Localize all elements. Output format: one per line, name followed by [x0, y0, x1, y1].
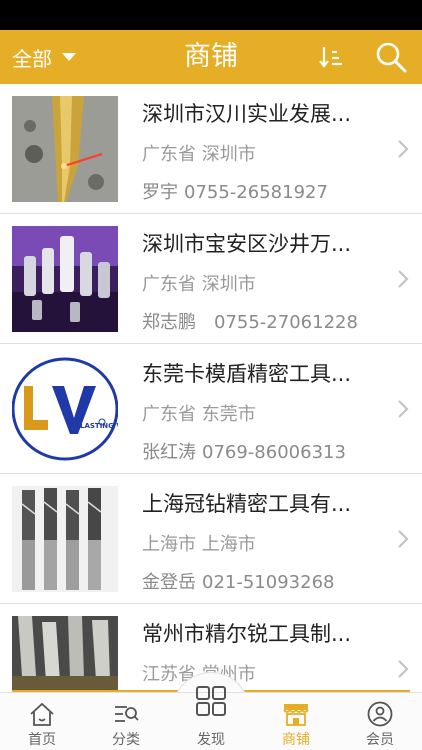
end-mills-image — [12, 486, 118, 592]
shop-contact: 郑志鹏 0755-27061228 — [142, 308, 358, 334]
shop-name: 深圳市汉川实业发展... — [142, 102, 352, 126]
tab-shops-label: 商铺 — [282, 732, 310, 748]
status-bar — [0, 0, 422, 30]
shop-row[interactable]: LASTING VICTORY 东莞卡模盾精密工具... 广东省 东莞市 张红涛… — [0, 344, 422, 474]
chevron-right-icon — [398, 140, 409, 158]
top-bar: 全部 商铺 — [0, 30, 422, 84]
contact-person: 金登岳 — [142, 572, 196, 593]
grid-icon — [196, 686, 226, 716]
shop-name: 上海冠钻精密工具有... — [142, 492, 352, 516]
logo-text: LASTING VICTORY — [80, 422, 118, 430]
shop-thumbnail — [12, 616, 118, 692]
tab-category-label: 分类 — [112, 732, 140, 748]
chevron-right-icon — [398, 660, 409, 678]
tab-shops[interactable]: 商铺 — [254, 693, 338, 750]
shop-name: 常州市精尔锐工具制... — [142, 622, 352, 646]
shop-thumbnail — [12, 226, 118, 332]
search-button[interactable] — [374, 40, 408, 74]
sort-button[interactable] — [318, 44, 344, 70]
shop-list: 深圳市汉川实业发展... 广东省 深圳市 罗宇 0755-26581927 深圳市… — [0, 84, 422, 692]
home-icon — [30, 702, 54, 726]
shop-row[interactable]: 深圳市宝安区沙井万... 广东省 深圳市 郑志鹏 0755-27061228 — [0, 214, 422, 344]
tab-discover[interactable]: 发现 — [169, 686, 253, 750]
shop-thumbnail: LASTING VICTORY — [12, 356, 118, 462]
user-icon — [367, 701, 393, 727]
shop-region: 广东省 东莞市 — [142, 404, 256, 425]
contact-phone: 021-51093268 — [202, 572, 335, 593]
contact-person: 郑志鹏 — [142, 312, 196, 333]
shop-region: 广东省 深圳市 — [142, 274, 256, 295]
cutting-tools-image — [12, 616, 118, 692]
shop-row[interactable]: 上海冠钻精密工具有... 上海市 上海市 金登岳 021-51093268 — [0, 474, 422, 604]
tool-holders-image — [12, 226, 118, 332]
contact-phone: 0755-27061228 — [214, 312, 358, 333]
search-icon — [376, 42, 407, 73]
contact-person: 张红涛 — [142, 442, 196, 463]
page-title: 商铺 — [184, 41, 238, 72]
shop-name: 东莞卡模盾精密工具... — [142, 362, 352, 386]
shop-region: 广东省 深圳市 — [142, 144, 256, 165]
contact-phone: 0755-26581927 — [184, 182, 328, 203]
shop-contact: 罗宇 0755-26581927 — [142, 178, 328, 204]
category-search-icon — [115, 706, 139, 722]
tab-category[interactable]: 分类 — [84, 693, 168, 750]
store-icon — [283, 704, 309, 726]
shop-contact: 金登岳 021-51093268 — [142, 568, 334, 594]
bottom-tab-bar: 首页 分类 发现 商铺 会员 — [0, 686, 422, 750]
chevron-right-icon — [398, 400, 409, 418]
chevron-right-icon — [398, 530, 409, 548]
tab-member[interactable]: 会员 — [338, 693, 422, 750]
shop-thumbnail — [12, 96, 118, 202]
tab-member-label: 会员 — [366, 732, 394, 748]
tab-home[interactable]: 首页 — [0, 693, 84, 750]
chevron-right-icon — [398, 270, 409, 288]
sort-icon — [319, 47, 342, 68]
shop-region: 上海市 上海市 — [142, 534, 256, 555]
lv-logo-image: LASTING VICTORY — [12, 356, 118, 462]
contact-person: 罗宇 — [142, 182, 178, 203]
tab-home-label: 首页 — [28, 732, 56, 748]
shop-thumbnail — [12, 486, 118, 592]
drill-bit-image — [12, 96, 118, 202]
shop-contact: 张红涛 0769-86006313 — [142, 438, 346, 464]
shop-name: 深圳市宝安区沙井万... — [142, 232, 352, 256]
tab-discover-label: 发现 — [197, 732, 225, 748]
contact-phone: 0769-86006313 — [202, 442, 346, 463]
shop-row[interactable]: 深圳市汉川实业发展... 广东省 深圳市 罗宇 0755-26581927 — [0, 84, 422, 214]
